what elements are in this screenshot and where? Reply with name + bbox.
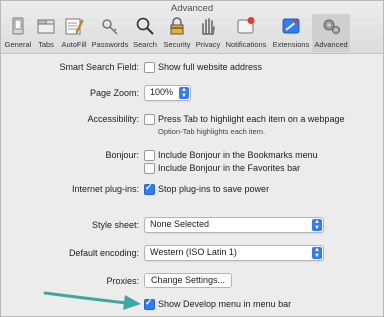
lock-icon	[170, 17, 184, 35]
window-title: Advanced	[170, 3, 214, 14]
page-zoom-select[interactable]: 100% ▲ ▼	[144, 85, 191, 101]
encoding-label: Default encoding:	[68, 248, 139, 258]
bonjour-label: Bonjour:	[105, 150, 139, 160]
preferences-window: Advanced General Tabs AutoFill Passwords…	[0, 0, 384, 317]
style-sheet-label: Style sheet:	[91, 220, 139, 230]
show-develop-option: Show Develop menu in menu bar	[158, 299, 292, 309]
tab-tabs[interactable]: Tabs	[35, 14, 57, 52]
chevron-updown-icon: ▲ ▼	[179, 87, 189, 99]
tab-privacy[interactable]: Privacy	[194, 14, 222, 52]
toolbar: Advanced General Tabs AutoFill Passwords…	[1, 1, 383, 54]
notifications-icon	[237, 17, 255, 34]
annotation-arrow-icon	[43, 291, 141, 310]
tab-label: Privacy	[195, 40, 221, 49]
encoding-select[interactable]: Western (ISO Latin 1) ▲ ▼	[144, 245, 324, 261]
hand-icon	[202, 18, 215, 35]
stop-plugins-option: Stop plug-ins to save power	[158, 184, 270, 194]
general-icon	[12, 17, 24, 35]
smart-search-checkbox[interactable]	[144, 62, 155, 73]
tab-highlight-checkbox[interactable]	[144, 114, 155, 125]
tab-security[interactable]: Security	[161, 14, 193, 52]
page-zoom-label: Page Zoom:	[89, 88, 139, 98]
bonjour-favorites-checkbox[interactable]	[144, 163, 155, 174]
accessibility-label: Accessibility:	[87, 114, 139, 124]
tab-extensions[interactable]: Extensions	[271, 14, 311, 52]
tab-label: Passwords	[91, 40, 129, 49]
page-zoom-value: 100%	[150, 87, 174, 97]
advanced-pane: Smart Search Field: Show full website ad…	[1, 54, 383, 316]
accessibility-note: Option-Tab highlights each item.	[158, 127, 266, 136]
tab-notifications[interactable]: Notifications	[223, 14, 269, 52]
show-develop-checkbox[interactable]	[144, 297, 155, 310]
chevron-updown-icon: ▲ ▼	[312, 219, 322, 231]
gears-icon	[323, 19, 340, 34]
tab-label: General	[4, 40, 32, 49]
puzzle-icon	[282, 18, 300, 34]
stop-plugins-checkbox[interactable]	[144, 182, 155, 195]
tab-autofill[interactable]: AutoFill	[59, 14, 89, 52]
tab-search[interactable]: Search	[131, 14, 159, 52]
style-sheet-value: None Selected	[150, 219, 210, 229]
style-sheet-select[interactable]: None Selected ▲ ▼	[144, 217, 324, 233]
change-settings-button[interactable]: Change Settings...	[144, 273, 232, 288]
tab-label: Notifications	[225, 40, 267, 49]
bonjour-bookmarks-checkbox[interactable]	[144, 150, 155, 161]
plugins-label: Internet plug-ins:	[71, 184, 139, 194]
encoding-value: Western (ISO Latin 1)	[150, 247, 237, 257]
tab-label: Tabs	[38, 40, 54, 49]
tab-label: Extensions	[272, 40, 310, 49]
tab-general[interactable]: General	[3, 14, 33, 52]
tab-label: Advanced	[314, 40, 348, 49]
tab-label: Security	[163, 40, 191, 49]
tab-label: Search	[133, 40, 157, 49]
tab-advanced[interactable]: Advanced	[312, 14, 350, 52]
bonjour-favorites-option: Include Bonjour in the Favorites bar	[158, 163, 301, 173]
tabs-icon	[37, 19, 55, 34]
proxies-label: Proxies:	[106, 276, 139, 286]
magnifier-icon	[136, 17, 154, 35]
tab-passwords[interactable]: Passwords	[91, 14, 129, 52]
autofill-icon	[65, 18, 84, 35]
chevron-updown-icon: ▲ ▼	[312, 247, 322, 259]
smart-search-option: Show full website address	[158, 62, 263, 72]
key-icon	[102, 19, 118, 35]
tab-label: AutoFill	[61, 40, 87, 49]
tab-highlight-option: Press Tab to highlight each item on a we…	[158, 114, 345, 124]
bonjour-bookmarks-option: Include Bonjour in the Bookmarks menu	[158, 150, 318, 160]
smart-search-label: Smart Search Field:	[59, 62, 139, 72]
